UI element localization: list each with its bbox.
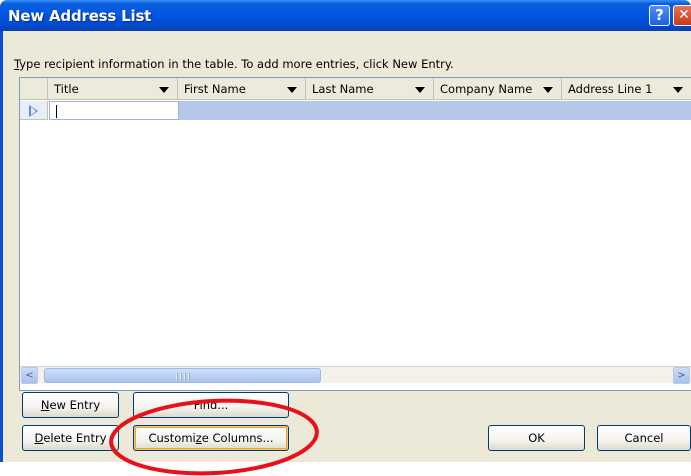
- delete-entry-button[interactable]: Delete Entry: [22, 425, 119, 451]
- text-caret: [56, 105, 57, 118]
- cell-last-name[interactable]: [307, 101, 435, 120]
- column-header-company-name[interactable]: Company Name: [434, 78, 562, 100]
- question-mark-icon: ?: [655, 6, 664, 24]
- column-header-address-line-1[interactable]: Address Line 1: [562, 78, 691, 100]
- instructions-text: ype recipient information in the table. …: [19, 57, 454, 71]
- cell-first-name[interactable]: [179, 101, 307, 120]
- cell-title-editing[interactable]: [49, 101, 179, 120]
- grip-icon: [176, 373, 190, 380]
- customize-columns-button[interactable]: Customize Columns...: [133, 425, 289, 451]
- dropdown-arrow-icon[interactable]: [287, 87, 297, 93]
- instructions-label: Type recipient information in the table.…: [14, 57, 454, 71]
- table-header: Title First Name Last Name Company Name …: [20, 78, 691, 100]
- horizontal-scrollbar[interactable]: < >: [20, 366, 691, 384]
- ok-button[interactable]: OK: [488, 425, 585, 451]
- scroll-right-icon: >: [677, 370, 686, 381]
- column-header-label: First Name: [184, 82, 246, 96]
- dropdown-arrow-icon[interactable]: [415, 87, 425, 93]
- scroll-left-icon: <: [25, 370, 34, 381]
- address-list-table[interactable]: Title First Name Last Name Company Name …: [19, 77, 691, 391]
- cell-address-line-1[interactable]: [563, 101, 691, 120]
- row-header-corner: [20, 78, 48, 100]
- column-header-last-name[interactable]: Last Name: [306, 78, 434, 100]
- title-bar[interactable]: New Address List ? ✕: [0, 0, 691, 31]
- close-button[interactable]: ✕: [673, 5, 691, 26]
- close-icon: ✕: [678, 7, 690, 23]
- dropdown-arrow-icon[interactable]: [543, 87, 553, 93]
- column-header-label: Address Line 1: [568, 82, 653, 96]
- column-header-title[interactable]: Title: [48, 78, 178, 100]
- dropdown-arrow-icon[interactable]: [673, 87, 683, 93]
- dropdown-arrow-icon[interactable]: [159, 87, 169, 93]
- scroll-right-button[interactable]: >: [673, 367, 690, 384]
- column-header-first-name[interactable]: First Name: [178, 78, 306, 100]
- window-title: New Address List: [8, 7, 152, 25]
- column-header-label: Title: [54, 82, 79, 96]
- column-header-label: Last Name: [312, 82, 374, 96]
- cell-company-name[interactable]: [435, 101, 563, 120]
- row-selector[interactable]: [20, 101, 48, 120]
- find-button[interactable]: Find...: [133, 392, 289, 418]
- new-entry-button[interactable]: New Entry: [22, 392, 119, 418]
- scrollbar-thumb[interactable]: [44, 368, 321, 383]
- cancel-button[interactable]: Cancel: [597, 425, 691, 451]
- scroll-left-button[interactable]: <: [21, 367, 38, 384]
- column-header-label: Company Name: [440, 82, 533, 96]
- help-button[interactable]: ?: [649, 5, 670, 26]
